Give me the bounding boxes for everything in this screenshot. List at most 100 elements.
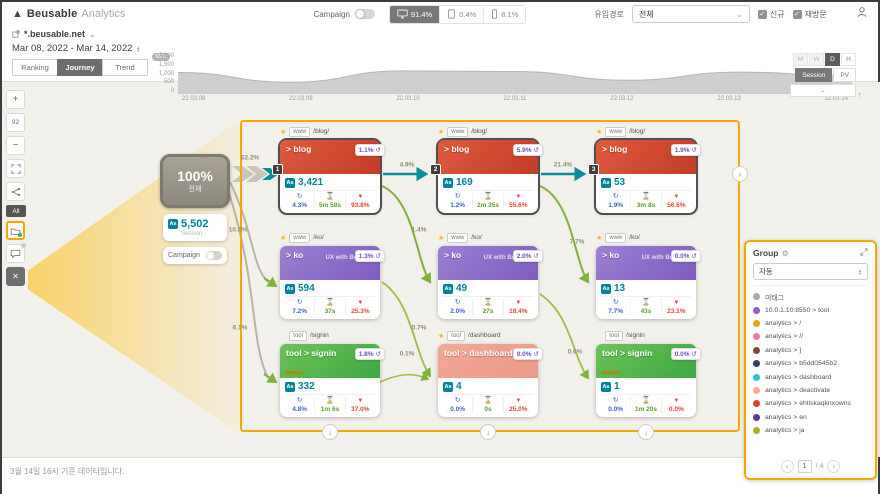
group-mode-select[interactable]: 자동 ▲▼ — [753, 263, 868, 280]
reload-rate-badge[interactable]: 1.1%↺ — [355, 144, 385, 156]
granularity-hour-button[interactable]: H — [841, 53, 856, 66]
group-legend-item[interactable]: analytics > ] — [753, 344, 868, 357]
star-icon[interactable]: ★ — [438, 128, 444, 136]
tree-view-button[interactable] — [6, 182, 25, 201]
reload-rate-badge[interactable]: 0.0%↺ — [671, 250, 701, 262]
star-icon[interactable]: ★ — [280, 128, 286, 136]
gear-icon[interactable]: ⚙ — [782, 249, 789, 258]
node-card[interactable]: > ko UX with Beusable 1.3%↺ As 594 ↻ 7.2… — [280, 246, 380, 319]
fit-screen-button[interactable] — [6, 159, 25, 178]
filter-chart-band: *.beusable.net ⌄ Mar 08, 2022 - Mar 14, … — [2, 26, 878, 82]
tab-trend[interactable]: Trend — [102, 59, 148, 76]
flow-node[interactable]: ★ tool /signin tool > signin 1.8%↺ As 33… — [280, 330, 380, 417]
group-legend-item[interactable]: 10.0.1.10:8550 > tool — [753, 303, 868, 316]
refresh-metric: ↻ 1.2% — [443, 193, 473, 209]
reload-rate-badge[interactable]: 2.0%↺ — [513, 250, 543, 262]
user-account-icon[interactable] — [856, 5, 868, 23]
node-card[interactable]: > ko UX with Beusable 2.0%↺ As 49 ↻ 2.0%… — [438, 246, 538, 319]
node-domain-pill: www — [289, 233, 310, 243]
group-legend-item[interactable]: analytics > b5dd0545b2 — [753, 357, 868, 370]
feedback-button[interactable] — [6, 244, 25, 263]
node-card[interactable]: 1 > blog 1.1%↺ As 3,421 ↻ 4.3% ⌛ — [280, 140, 380, 213]
node-path-label: /ko/ — [313, 234, 323, 241]
granularity-month-button[interactable]: M — [793, 53, 808, 66]
flow-node[interactable]: ★ tool /signin tool > signin 0.0%↺ As 1 … — [596, 330, 696, 417]
start-campaign-card: Campaign — [163, 247, 227, 264]
refresh-rate-value: 7.7% — [608, 308, 623, 315]
device-desktop-button[interactable]: 91.4% — [390, 6, 440, 23]
checkbox-revisit[interactable]: ✓ 재방문 — [793, 9, 827, 20]
node-card[interactable]: 2 > blog 5.9%↺ As 169 ↻ 1.2% ⌛ — [438, 140, 538, 213]
reload-rate-value: 1.8% — [359, 351, 374, 358]
flow-node[interactable]: ★ www /blog/ 2 > blog 5.9%↺ As 169 ↻ 1.2… — [438, 126, 538, 213]
star-icon[interactable]: ★ — [438, 234, 444, 242]
hourglass-icon: ⌛ — [326, 299, 335, 307]
node-card[interactable]: > ko UX with Beusable 0.0%↺ As 13 ↻ 7.7%… — [596, 246, 696, 319]
zoom-out-button[interactable]: − — [6, 136, 25, 155]
refresh-metric: ↻ 4.3% — [285, 193, 315, 209]
tab-journey[interactable]: Journey — [57, 59, 103, 76]
reload-rate-badge[interactable]: 0.0%↺ — [513, 348, 543, 360]
site-selector[interactable]: *.beusable.net ⌄ — [12, 29, 162, 39]
flow-node[interactable]: ★ tool /dashboard tool > dashboard 0.0%↺… — [438, 330, 538, 417]
reload-rate-badge[interactable]: 1.9%↺ — [671, 144, 701, 156]
granularity-day-button[interactable]: D — [825, 53, 840, 66]
checkbox-new[interactable]: ✓ 신규 — [758, 9, 785, 20]
node-card[interactable]: 3 > blog 1.9%↺ As 53 ↻ 1.9% ⌛ — [596, 140, 696, 213]
expand-right-button[interactable]: › — [732, 166, 748, 182]
star-icon[interactable]: ★ — [596, 128, 602, 136]
device-tablet-button[interactable]: 0.4% — [440, 6, 484, 23]
prev-page-button[interactable]: ‹ — [781, 460, 794, 473]
x-tick: 22.03.08 — [182, 96, 205, 102]
expand-down-button[interactable]: ↓ — [480, 424, 496, 440]
date-range-picker[interactable]: Mar 08, 2022 - Mar 14, 2022 ▲▼ — [12, 43, 162, 54]
reload-rate-badge[interactable]: 0.0%↺ — [671, 348, 701, 360]
channel-select[interactable]: 전체 ⌄ — [632, 5, 750, 23]
group-legend-item[interactable]: analytics > ja — [753, 424, 868, 437]
group-legend-item[interactable]: analytics > en — [753, 411, 868, 424]
star-icon[interactable]: ★ — [596, 234, 602, 242]
group-legend-item[interactable]: analytics > / — [753, 317, 868, 330]
device-mobile-button[interactable]: 8.1% — [484, 6, 525, 23]
session-trend-chart[interactable] — [178, 53, 852, 94]
exit-metric: ▼ 37.0% — [346, 397, 375, 413]
start-total-node[interactable]: 100% 전체 — [160, 154, 230, 208]
group-tool-button[interactable] — [6, 221, 25, 240]
flow-node[interactable]: ★ www /blog/ 1 > blog 1.1%↺ As 3,421 ↻ 4… — [280, 126, 380, 213]
group-legend-item[interactable]: 미태그 — [753, 290, 868, 303]
flow-node[interactable]: ★ www /ko/ > ko UX with Beusable 1.3%↺ A… — [280, 232, 380, 319]
tab-ranking[interactable]: Ranking — [12, 59, 58, 76]
metric-session-button[interactable]: Session — [795, 68, 832, 82]
reload-icon: ↺ — [534, 252, 539, 260]
next-page-button[interactable]: › — [827, 460, 840, 473]
star-icon[interactable]: ★ — [438, 332, 444, 340]
chart-collapse-button[interactable]: ⌄ — [790, 84, 856, 97]
group-legend-item[interactable]: analytics > deactivate — [753, 384, 868, 397]
star-icon[interactable]: ★ — [280, 234, 286, 242]
flow-node[interactable]: ★ www /ko/ > ko UX with Beusable 0.0%↺ A… — [596, 232, 696, 319]
reload-rate-badge[interactable]: 1.3%↺ — [355, 250, 385, 262]
group-legend-list: 미태그 10.0.1.10:8550 > tool analytics > / … — [753, 285, 868, 456]
expand-down-button[interactable]: ↓ — [638, 424, 654, 440]
campaign-card-toggle[interactable] — [206, 251, 222, 260]
expand-down-button[interactable]: ↓ — [322, 424, 338, 440]
flow-node[interactable]: ★ www /ko/ > ko UX with Beusable 2.0%↺ A… — [438, 232, 538, 319]
campaign-toggle[interactable] — [355, 9, 375, 19]
granularity-week-button[interactable]: W — [809, 53, 824, 66]
reload-rate-badge[interactable]: 1.8%↺ — [355, 348, 385, 360]
reload-rate-badge[interactable]: 5.9%↺ — [513, 144, 543, 156]
node-card[interactable]: tool > signin 1.8%↺ As 332 ↻ 4.8% ⌛ 1m 6… — [280, 344, 380, 417]
node-card[interactable]: tool > dashboard 0.0%↺ As 4 ↻ 0.0% ⌛ 0s — [438, 344, 538, 417]
chart-controls: M W D H Session PV ⌄ — [790, 53, 856, 97]
group-legend-item[interactable]: analytics > // — [753, 330, 868, 343]
x-tick: 22.03.10 — [396, 96, 419, 102]
group-legend-item[interactable]: analytics > ehtlskaqknxowns — [753, 397, 868, 410]
zoom-in-button[interactable]: + — [6, 90, 25, 109]
flow-node[interactable]: ★ www /blog/ 3 > blog 1.9%↺ As 53 ↻ 1.9% — [596, 126, 696, 213]
refresh-rate-value: 0.0% — [450, 406, 465, 413]
metric-pv-button[interactable]: PV — [833, 68, 856, 82]
group-legend-item[interactable]: analytics > dashboard — [753, 370, 868, 383]
expand-icon[interactable] — [860, 248, 868, 258]
node-card[interactable]: tool > signin 0.0%↺ As 1 ↻ 0.0% ⌛ 1m 20s — [596, 344, 696, 417]
close-tool-button[interactable]: ✕ — [6, 267, 25, 286]
